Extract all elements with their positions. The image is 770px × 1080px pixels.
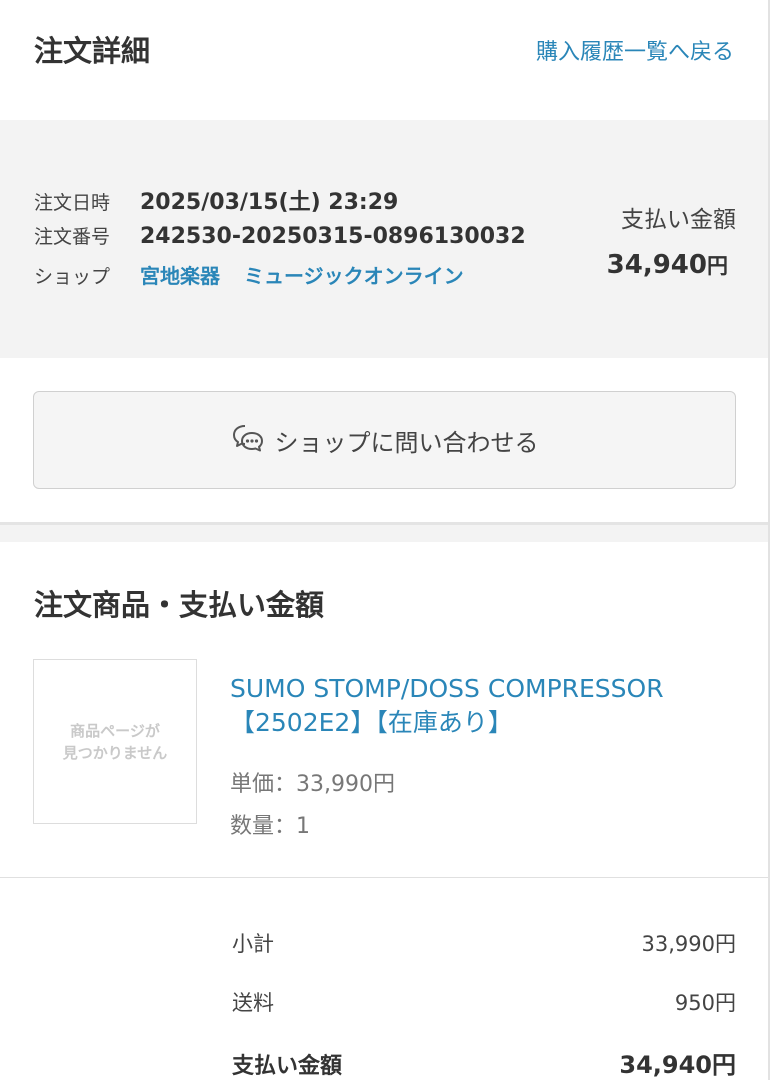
items-section-title: 注文商品・支払い金額 [34, 588, 325, 622]
shipping-label: 送料 [232, 991, 274, 1015]
total-row: 支払い金額 34,940円 [232, 1045, 736, 1080]
chat-bubbles-icon [231, 423, 275, 457]
contact-shop-label: ショップに問い合わせる [274, 428, 539, 457]
shop-row: ショップ 宮地楽器 ミュージックオンライン [34, 260, 464, 289]
shop-subname-link[interactable]: ミュージックオンライン [244, 260, 464, 289]
order-info-panel: 注文日時 2025/03/15(土) 23:29 注文番号 242530-202… [0, 120, 768, 358]
product-not-found-text: 商品ページが 見つかりません [62, 721, 168, 762]
back-to-history-link[interactable]: 購入履歴一覧へ戻る [536, 34, 734, 66]
contact-shop-button[interactable]: ショップに問い合わせる [33, 391, 736, 489]
page-title: 注文詳細 [34, 34, 151, 68]
product-name-link[interactable]: SUMO STOMP/DOSS COMPRESSOR【2502E2】【在庫あり】 [230, 672, 730, 740]
items-divider [0, 877, 768, 878]
order-number-row: 注文番号 242530-20250315-0896130032 [34, 222, 526, 249]
unit-price: 単価：33,990円 [230, 772, 395, 797]
order-date-label: 注文日時 [34, 192, 111, 214]
order-number-label: 注文番号 [34, 226, 111, 248]
subtotal-value: 33,990円 [641, 932, 736, 956]
page-header: 注文詳細 購入履歴一覧へ戻る [0, 0, 768, 120]
section-separator [0, 522, 768, 542]
order-date-row: 注文日時 2025/03/15(土) 23:29 [34, 184, 398, 216]
payment-amount-number: 34,940 [606, 250, 707, 280]
payment-amount-unit: 円 [707, 254, 728, 278]
order-date-value: 2025/03/15(土) 23:29 [140, 190, 399, 215]
quantity: 数量：1 [230, 814, 310, 839]
payment-amount-value: 34,940円 [607, 250, 728, 280]
subtotal-label: 小計 [232, 932, 274, 956]
shipping-row: 送料 950円 [232, 987, 736, 1017]
subtotal-row: 小計 33,990円 [232, 928, 736, 958]
total-value: 34,940円 [619, 1051, 736, 1079]
total-label: 支払い金額 [232, 1054, 343, 1079]
shipping-value: 950円 [674, 991, 736, 1015]
shop-label: ショップ [34, 266, 111, 288]
payment-amount-label: 支払い金額 [621, 207, 736, 233]
shop-name-link[interactable]: 宮地楽器 [140, 260, 220, 289]
order-number-value: 242530-20250315-0896130032 [140, 224, 526, 249]
product-thumbnail[interactable]: 商品ページが 見つかりません [33, 659, 197, 824]
